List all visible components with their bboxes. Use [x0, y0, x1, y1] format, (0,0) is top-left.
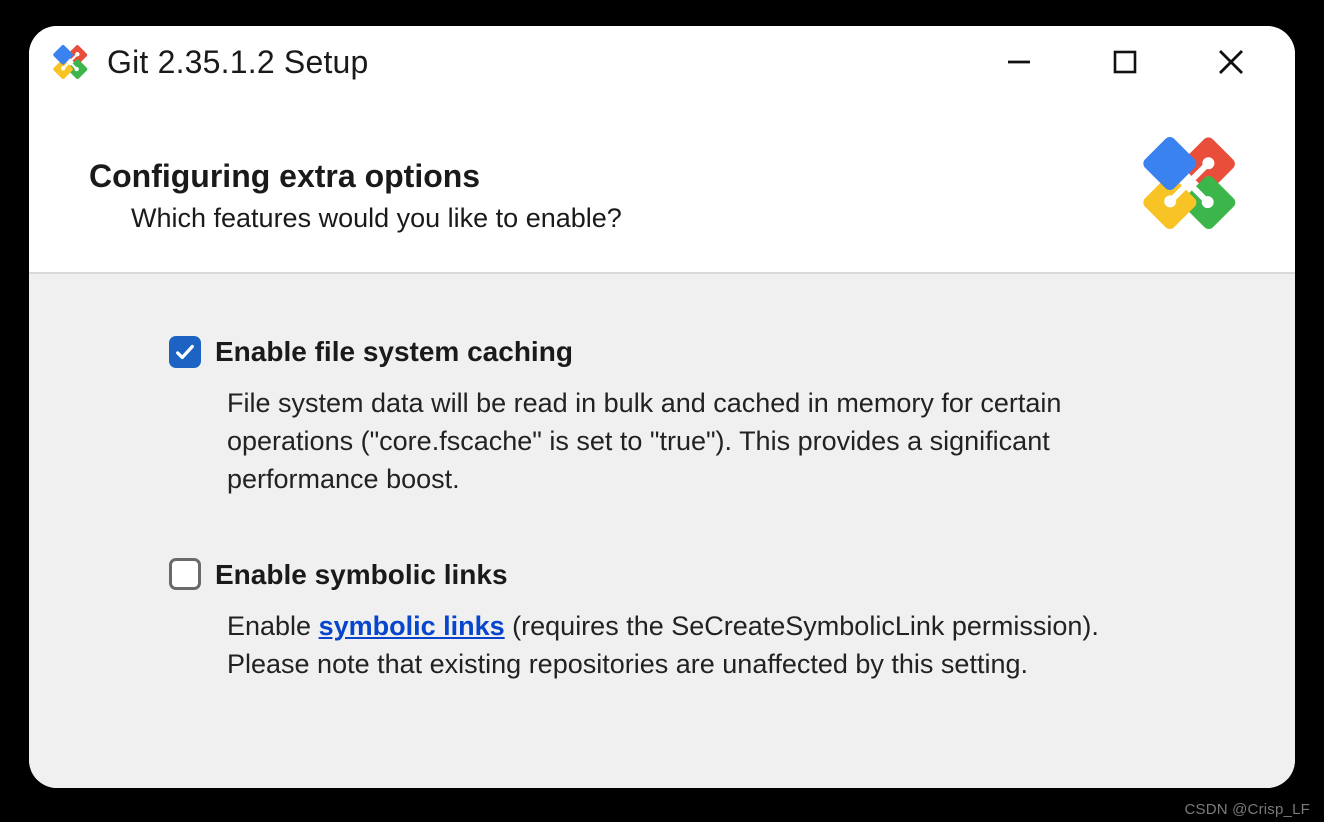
symbolic-links-link[interactable]: symbolic links	[319, 611, 505, 641]
git-icon	[51, 42, 91, 82]
checkbox-fscache[interactable]	[169, 336, 201, 368]
checkbox-symlinks[interactable]	[169, 558, 201, 590]
minimize-button[interactable]	[997, 40, 1041, 84]
titlebar: Git 2.35.1.2 Setup	[29, 26, 1295, 98]
git-logo-icon	[1135, 128, 1245, 238]
page-title: Configuring extra options	[89, 158, 1135, 195]
setup-window: Git 2.35.1.2 Setup Configuring extra opt…	[29, 26, 1295, 788]
option-symlinks-description: Enable symbolic links (requires the SeCr…	[227, 608, 1147, 684]
symlinks-desc-pre: Enable	[227, 611, 319, 641]
options-area: Enable file system caching File system d…	[29, 274, 1295, 788]
window-controls	[997, 40, 1281, 84]
watermark: CSDN @Crisp_LF	[1184, 801, 1310, 818]
option-symlinks-header: Enable symbolic links	[169, 555, 1207, 594]
option-symlinks: Enable symbolic links Enable symbolic li…	[169, 555, 1207, 684]
option-fscache-header: Enable file system caching	[169, 332, 1207, 371]
option-symlinks-label[interactable]: Enable symbolic links	[215, 555, 508, 594]
option-fscache-description: File system data will be read in bulk an…	[227, 385, 1147, 498]
option-fscache: Enable file system caching File system d…	[169, 332, 1207, 499]
maximize-button[interactable]	[1103, 40, 1147, 84]
window-title: Git 2.35.1.2 Setup	[107, 44, 997, 81]
close-button[interactable]	[1209, 40, 1253, 84]
wizard-header-text: Configuring extra options Which features…	[89, 118, 1135, 234]
wizard-header: Configuring extra options Which features…	[29, 98, 1295, 274]
option-fscache-label[interactable]: Enable file system caching	[215, 332, 573, 371]
page-subtitle: Which features would you like to enable?	[131, 203, 1135, 234]
